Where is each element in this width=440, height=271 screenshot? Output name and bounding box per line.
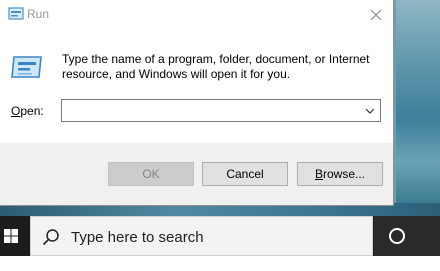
cortana-button[interactable]: [374, 216, 440, 256]
window-title: Run: [27, 7, 50, 21]
browse-mnemonic: B: [314, 167, 323, 181]
open-input[interactable]: [64, 101, 358, 120]
search-icon: [42, 229, 59, 246]
open-combobox[interactable]: [61, 99, 381, 122]
start-button[interactable]: [0, 216, 22, 256]
browse-label: rowse...: [323, 167, 366, 181]
chevron-down-icon: [365, 108, 375, 114]
dialog-description: Type the name of a program, folder, docu…: [62, 52, 370, 81]
taskbar-search-box[interactable]: Type here to search: [30, 216, 373, 256]
close-icon: [370, 9, 382, 21]
open-label: Open:: [11, 104, 44, 118]
cancel-button[interactable]: Cancel: [202, 162, 288, 186]
run-icon: [8, 7, 24, 20]
desktop-wallpaper: [396, 0, 440, 216]
browse-button[interactable]: Browse...: [297, 162, 383, 186]
run-program-icon: [11, 56, 42, 78]
title-bar[interactable]: Run: [0, 0, 393, 30]
open-label-text: pen:: [20, 104, 44, 118]
open-label-mnemonic: O: [11, 104, 21, 118]
search-placeholder: Type here to search: [71, 229, 204, 246]
dropdown-button[interactable]: [360, 100, 380, 121]
windows-logo-icon: [4, 229, 18, 243]
screen-bottom-edge: [0, 256, 440, 271]
cortana-icon: [389, 228, 405, 244]
close-button[interactable]: [359, 0, 393, 30]
ok-button[interactable]: OK: [108, 162, 194, 186]
